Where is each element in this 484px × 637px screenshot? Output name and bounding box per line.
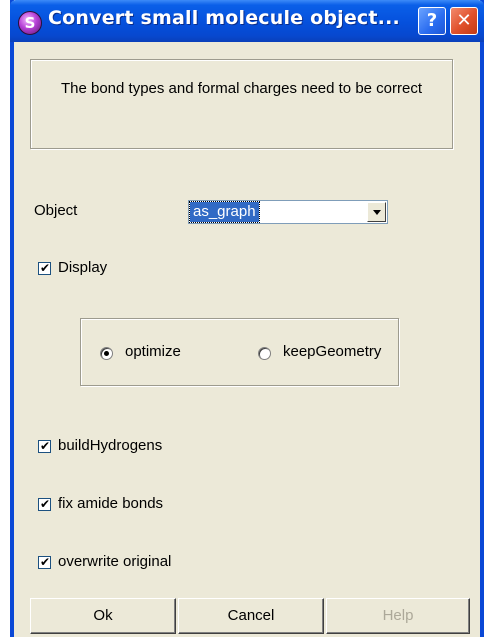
fix-amide-label: fix amide bonds [58,495,164,512]
overwrite-checkbox[interactable]: ✔ [38,556,51,569]
fix-amide-checkbox[interactable]: ✔ [38,498,51,511]
check-icon: ✔ [40,497,51,511]
keep-geometry-label: keepGeometry [283,343,382,360]
check-icon: ✔ [40,261,51,275]
build-hydrogens-checkbox[interactable]: ✔ [38,440,51,453]
check-icon: ✔ [40,439,51,453]
window-title: Convert small molecule object... [48,7,400,29]
build-hydrogens-label: buildHydrogens [58,437,163,454]
optimize-label: optimize [125,343,181,360]
display-checkbox[interactable]: ✔ [38,262,51,275]
help-title-button[interactable]: ? [418,7,446,35]
help-button[interactable]: Help [326,598,470,634]
info-panel: The bond types and formal charges need t… [30,59,453,149]
title-bar[interactable]: Convert small molecule object... ? ✕ [10,0,484,42]
radio-selected-dot [104,351,109,356]
overwrite-label: overwrite original [58,553,172,570]
chevron-down-icon[interactable] [367,202,386,222]
window-right-border [480,0,484,637]
check-icon: ✔ [40,555,51,569]
close-button[interactable]: ✕ [450,7,478,35]
object-label: Object [34,202,78,219]
object-select-value: as_graph [189,201,260,223]
optimize-radio[interactable] [100,347,113,360]
keep-geometry-radio[interactable] [258,347,271,360]
object-select[interactable]: as_graph [188,200,388,224]
app-icon [18,11,42,35]
geometry-mode-group: optimize keepGeometry [80,318,399,386]
ok-button[interactable]: Ok [30,598,176,634]
cancel-button[interactable]: Cancel [178,598,324,634]
dialog-content: The bond types and formal charges need t… [14,42,480,637]
info-message: The bond types and formal charges need t… [60,80,423,97]
display-label: Display [58,259,108,276]
desktop-edge [0,0,10,637]
